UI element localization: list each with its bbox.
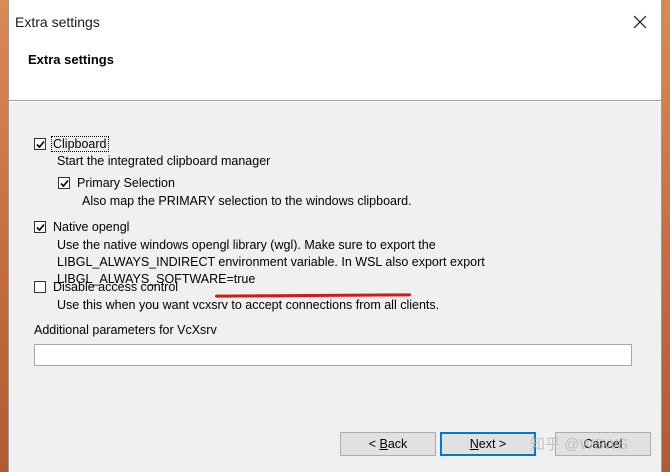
checkmark-icon xyxy=(36,223,45,232)
additional-params-label: Additional parameters for VcXsrv xyxy=(34,323,217,337)
clipboard-option[interactable]: Clipboard xyxy=(34,136,109,152)
next-button[interactable]: Next > xyxy=(440,432,536,456)
checkmark-icon xyxy=(60,179,69,188)
back-button[interactable]: < Back xyxy=(340,432,436,456)
primary-selection-option[interactable]: Primary Selection xyxy=(58,176,175,190)
extra-settings-dialog: Extra settings Extra settings Clipboard … xyxy=(8,0,662,472)
primary-selection-checkbox[interactable] xyxy=(58,177,70,189)
back-button-prefix: < xyxy=(368,437,380,451)
clipboard-checkbox[interactable] xyxy=(34,138,46,150)
disable-access-control-checkbox[interactable] xyxy=(34,281,46,293)
close-icon xyxy=(633,15,647,29)
clipboard-description: Start the integrated clipboard manager xyxy=(57,154,271,168)
checkmark-icon xyxy=(36,140,45,149)
native-opengl-description-line: Use the native windows opengl library (w… xyxy=(57,238,436,252)
native-opengl-label[interactable]: Native opengl xyxy=(53,220,129,234)
options-panel: Clipboard Start the integrated clipboard… xyxy=(9,100,661,430)
next-button-rest: ext > xyxy=(478,437,507,451)
native-opengl-checkbox[interactable] xyxy=(34,221,46,233)
disable-access-control-description: Use this when you want vcxsrv to accept … xyxy=(57,298,440,312)
page-title: Extra settings xyxy=(28,52,114,67)
page-header: Extra settings xyxy=(9,44,661,101)
native-opengl-description: Use the native windows opengl library (w… xyxy=(57,237,485,286)
cancel-button[interactable]: Cancel xyxy=(555,432,651,456)
close-button[interactable] xyxy=(625,8,655,36)
back-button-rest: ack xyxy=(387,437,408,451)
back-button-mnemonic: B xyxy=(379,437,388,451)
window-title: Extra settings xyxy=(15,14,100,30)
primary-selection-label[interactable]: Primary Selection xyxy=(77,176,175,190)
disable-access-control-label[interactable]: Disable access control xyxy=(53,280,178,294)
next-button-mnemonic: N xyxy=(469,437,479,451)
primary-selection-description: Also map the PRIMARY selection to the wi… xyxy=(82,194,412,208)
disable-access-control-option[interactable]: Disable access control xyxy=(34,280,178,294)
desktop-background-right xyxy=(661,0,670,472)
native-opengl-description-line: LIBGL_ALWAYS_INDIRECT environment variab… xyxy=(57,255,485,269)
native-opengl-option[interactable]: Native opengl xyxy=(34,220,129,234)
title-bar[interactable]: Extra settings xyxy=(9,0,661,44)
additional-params-input[interactable] xyxy=(34,344,632,366)
clipboard-label[interactable]: Clipboard xyxy=(51,136,109,152)
